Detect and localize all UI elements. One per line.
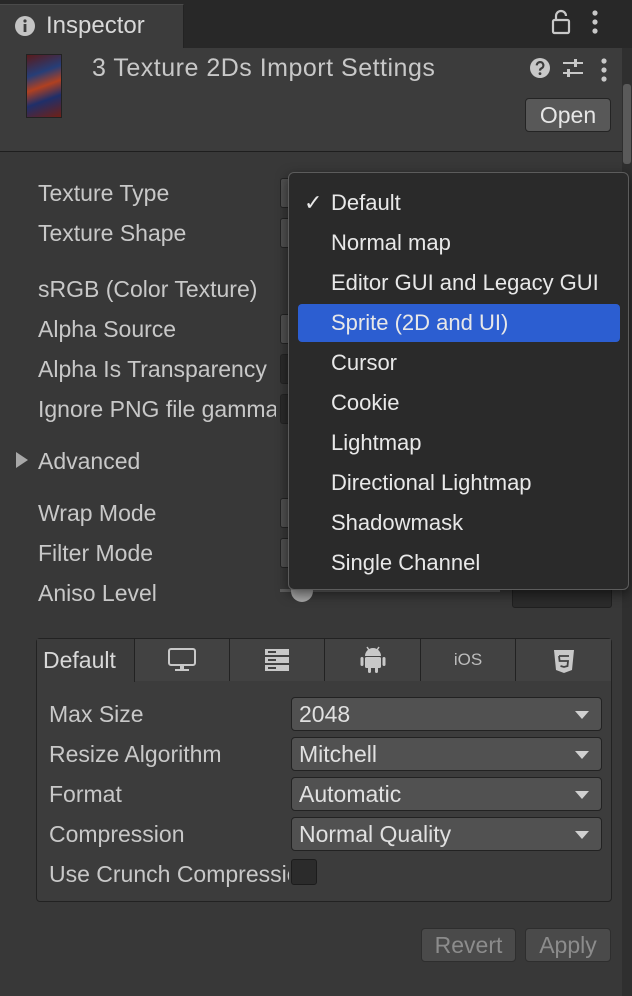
dropdown-item-label: Normal map bbox=[331, 230, 451, 255]
dropdown-item[interactable]: Normal map bbox=[298, 224, 620, 262]
info-icon bbox=[15, 16, 35, 36]
resize-algorithm-label: Resize Algorithm bbox=[49, 741, 222, 767]
crunch-compression-label: Use Crunch Compression bbox=[49, 861, 289, 887]
tab-title: Inspector bbox=[46, 12, 145, 39]
chevron-down-icon bbox=[575, 751, 589, 759]
tab-server[interactable] bbox=[230, 639, 325, 681]
chevron-down-icon bbox=[575, 831, 589, 839]
html5-icon bbox=[553, 650, 574, 673]
resize-algorithm-select[interactable]: Mitchell bbox=[291, 737, 602, 771]
tab-menu-icon[interactable] bbox=[591, 9, 599, 37]
dropdown-item[interactable]: Cookie bbox=[298, 384, 620, 422]
prop-filter-mode: Filter Mode bbox=[38, 540, 154, 566]
android-icon bbox=[360, 646, 385, 673]
prop-wrap-mode: Wrap Mode bbox=[38, 500, 157, 526]
tab-webgl[interactable] bbox=[516, 639, 611, 681]
dropdown-item-label: Cursor bbox=[331, 350, 398, 375]
prop-srgb: sRGB (Color Texture) bbox=[38, 276, 258, 302]
chevron-down-icon bbox=[575, 791, 589, 799]
inspector-tab[interactable]: Inspector bbox=[0, 4, 184, 48]
prop-ignore-png-gamma: Ignore PNG file gamma bbox=[38, 396, 276, 422]
dropdown-item-label: Lightmap bbox=[331, 430, 422, 455]
prop-alpha-transparency: Alpha Is Transparency bbox=[38, 356, 267, 382]
dropdown-item[interactable]: Directional Lightmap bbox=[298, 464, 620, 502]
tab-default[interactable]: Default bbox=[37, 639, 135, 682]
dropdown-item-label: Cookie bbox=[331, 390, 400, 415]
dropdown-item[interactable]: Editor GUI and Legacy GUI bbox=[298, 264, 620, 302]
advanced-foldout-arrow[interactable] bbox=[16, 452, 28, 468]
dropdown-item[interactable]: Shadowmask bbox=[298, 504, 620, 542]
format-select[interactable]: Automatic bbox=[291, 777, 602, 811]
dropdown-item-label: Single Channel bbox=[331, 550, 481, 575]
advanced-foldout[interactable]: Advanced bbox=[38, 448, 276, 475]
max-size-select[interactable]: 2048 bbox=[291, 697, 602, 731]
check-icon: ✓ bbox=[304, 190, 323, 215]
format-label: Format bbox=[49, 781, 122, 807]
apply-button[interactable]: Apply bbox=[525, 928, 611, 962]
prop-texture-shape: Texture Shape bbox=[38, 220, 187, 246]
dropdown-item[interactable]: Cursor bbox=[298, 344, 620, 382]
crunch-compression-checkbox[interactable] bbox=[291, 859, 317, 885]
tab-ios[interactable]: iOS bbox=[421, 639, 516, 681]
dropdown-item[interactable]: Sprite (2D and UI) bbox=[298, 304, 620, 342]
dropdown-item-label: Shadowmask bbox=[331, 510, 464, 535]
preset-icon[interactable] bbox=[561, 56, 585, 80]
resize-algorithm-value: Mitchell bbox=[299, 741, 377, 767]
dropdown-item-label: Default bbox=[331, 190, 401, 215]
dropdown-item[interactable]: Single Channel bbox=[298, 544, 620, 582]
dropdown-item-label: Editor GUI and Legacy GUI bbox=[331, 270, 599, 295]
tab-android[interactable] bbox=[325, 639, 421, 681]
prop-alpha-source: Alpha Source bbox=[38, 316, 177, 342]
dropdown-item-label: Directional Lightmap bbox=[331, 470, 532, 495]
chevron-down-icon bbox=[575, 711, 589, 719]
header-title: 3 Texture 2Ds Import Settings bbox=[92, 54, 436, 82]
monitor-icon bbox=[168, 648, 196, 671]
prop-texture-type: Texture Type bbox=[38, 180, 170, 206]
dropdown-item[interactable]: Lightmap bbox=[298, 424, 620, 462]
max-size-value: 2048 bbox=[299, 701, 351, 727]
dropdown-item-label: Sprite (2D and UI) bbox=[331, 310, 509, 335]
lock-icon[interactable] bbox=[550, 8, 572, 36]
revert-button[interactable]: Revert bbox=[421, 928, 516, 962]
open-button[interactable]: Open bbox=[525, 98, 611, 132]
dropdown-item[interactable]: ✓ Default bbox=[298, 184, 620, 222]
scrollbar-thumb[interactable] bbox=[623, 84, 631, 164]
texture-thumbnail bbox=[26, 54, 62, 118]
help-icon[interactable] bbox=[529, 57, 551, 79]
max-size-label: Max Size bbox=[49, 701, 144, 727]
inspector-header: 3 Texture 2Ds Import Settings Open bbox=[0, 48, 632, 152]
tab-bar: Inspector bbox=[0, 0, 632, 48]
tab-ios-label: iOS bbox=[453, 650, 483, 669]
server-icon bbox=[265, 649, 289, 671]
platform-settings: Default iOS Max Size 2048 Resize Algorit… bbox=[36, 638, 612, 902]
compression-value: Normal Quality bbox=[299, 821, 452, 847]
tab-default-label: Default bbox=[43, 647, 116, 673]
tab-standalone[interactable] bbox=[135, 639, 230, 681]
compression-label: Compression bbox=[49, 821, 185, 847]
texture-type-dropdown: ✓ Default Normal map Editor GUI and Legacy … bbox=[288, 172, 629, 590]
header-menu-icon[interactable] bbox=[600, 57, 608, 85]
compression-select[interactable]: Normal Quality bbox=[291, 817, 602, 851]
format-value: Automatic bbox=[299, 781, 402, 807]
prop-aniso-level: Aniso Level bbox=[38, 580, 157, 606]
platform-tabs: Default iOS bbox=[37, 639, 611, 682]
